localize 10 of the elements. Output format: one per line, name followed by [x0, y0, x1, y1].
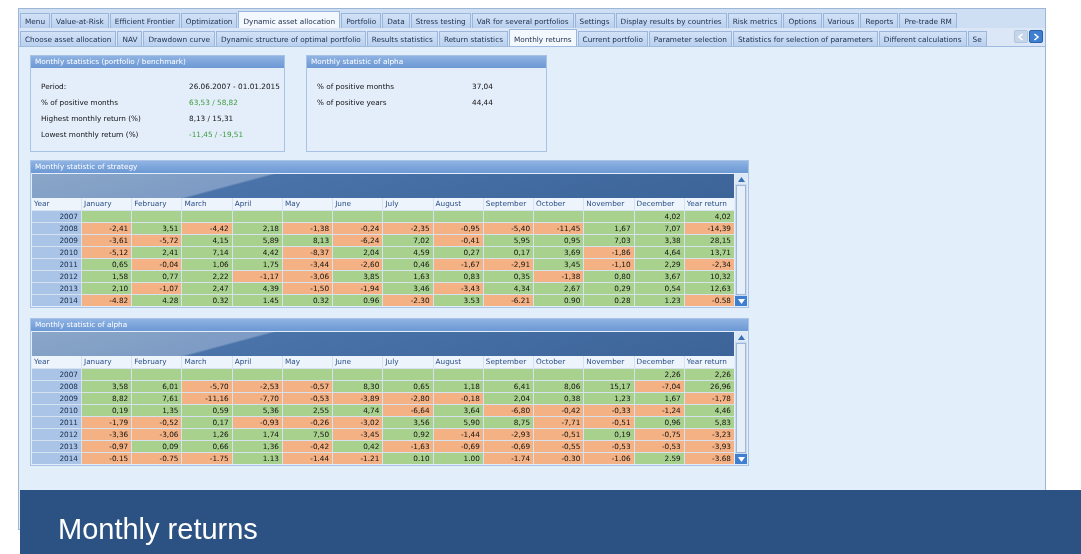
chevron-left-icon	[1017, 32, 1025, 41]
scroll-up-icon	[737, 176, 745, 182]
chevron-right-icon	[1032, 32, 1040, 41]
scroll-up-icon	[737, 334, 745, 340]
caption-title: Monthly returns	[58, 512, 258, 546]
scroll-right-button[interactable]	[1029, 30, 1043, 43]
scrollbar[interactable]	[735, 174, 747, 306]
scrollbar[interactable]	[735, 332, 747, 464]
scroll-down-icon	[737, 298, 745, 304]
scroll-down-icon	[737, 456, 745, 462]
